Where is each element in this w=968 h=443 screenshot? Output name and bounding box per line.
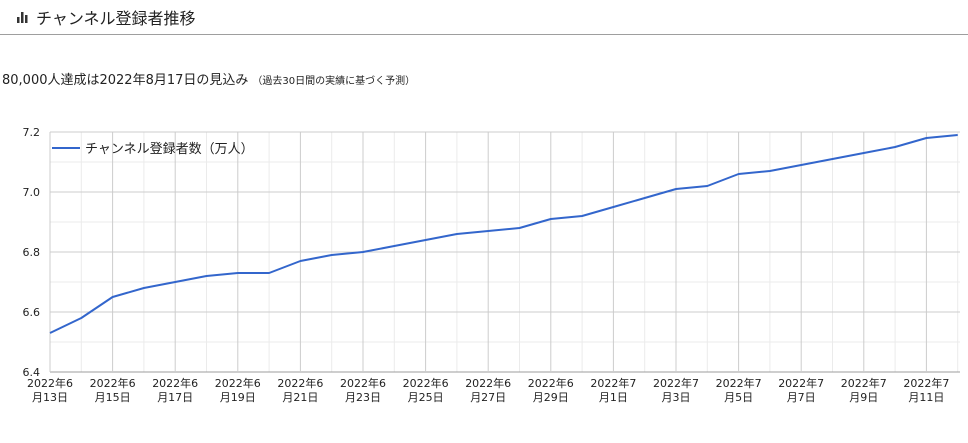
x-tick-label: 2022年6 [215,376,261,390]
x-tick-label: 月13日 [32,391,68,404]
x-tick-label: 月3日 [662,391,691,404]
x-tick-label: 月11日 [908,391,944,404]
series-line-subscribers [49,134,958,334]
x-tick-label: 2022年6 [90,376,136,390]
x-tick-label: 2022年7 [653,376,699,390]
x-tick-label: 月27日 [470,391,506,404]
x-tick-label: 2022年7 [590,376,636,390]
x-tick-label: 2022年7 [841,376,887,390]
x-tick-label: 月9日 [849,391,878,404]
major-gridlines [49,131,960,373]
legend: チャンネル登録者数（万人） [52,142,254,157]
x-tick-label: 月21日 [282,391,318,404]
x-tick-label: 2022年6 [528,376,574,390]
x-tick-label: 2022年7 [716,376,762,390]
x-tick-label: 月25日 [408,391,444,404]
x-tick-label: 2022年7 [903,376,949,390]
x-axis-tick-labels: 2022年6月13日2022年6月15日2022年6月17日2022年6月19日… [27,376,949,404]
x-tick-label: 2022年6 [152,376,198,390]
x-tick-label: 月1日 [599,391,628,404]
x-tick-label: 月23日 [345,391,381,404]
x-tick-label: 2022年6 [465,376,511,390]
y-axis-tick-labels: 6.46.66.87.07.2 [23,126,41,379]
x-tick-label: 月19日 [220,391,256,404]
y-tick-label: 6.6 [23,306,41,319]
y-tick-label: 7.2 [23,126,41,139]
x-tick-label: 月15日 [95,391,131,404]
x-tick-label: 2022年6 [277,376,323,390]
x-tick-label: 月29日 [533,391,569,404]
x-tick-label: 月17日 [157,391,193,404]
x-tick-label: 2022年6 [27,376,73,390]
x-tick-label: 月7日 [787,391,816,404]
y-tick-label: 6.8 [23,246,41,259]
x-tick-label: 2022年6 [340,376,386,390]
y-tick-label: 7.0 [23,186,41,199]
legend-label: チャンネル登録者数（万人） [85,142,254,157]
x-tick-label: 月5日 [724,391,753,404]
x-tick-label: 2022年7 [778,376,824,390]
subscriber-line-chart: 6.46.66.87.07.2 2022年6月13日2022年6月15日2022… [23,126,960,404]
x-tick-label: 2022年6 [403,376,449,390]
